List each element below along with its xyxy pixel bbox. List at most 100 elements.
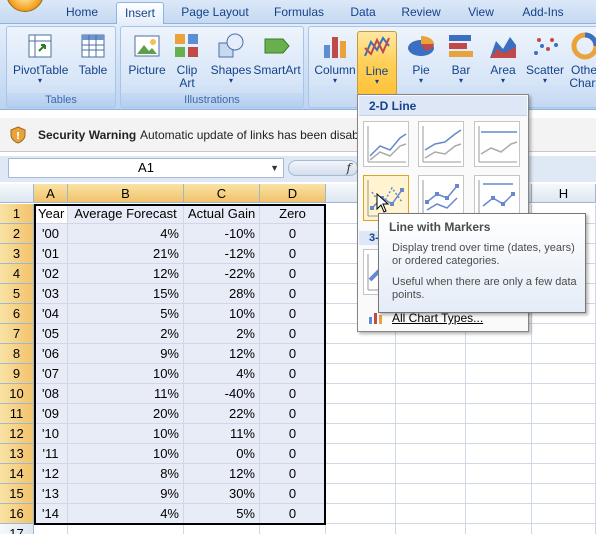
- table-cell[interactable]: 8%: [68, 464, 184, 484]
- table-cell[interactable]: 0: [260, 384, 326, 404]
- table-cell[interactable]: 15%: [68, 284, 184, 304]
- table-cell[interactable]: '05: [34, 324, 68, 344]
- empty-cell[interactable]: [466, 424, 532, 444]
- function-icon[interactable]: f: [347, 161, 351, 175]
- empty-cell[interactable]: [466, 404, 532, 424]
- table-cell[interactable]: '04: [34, 304, 68, 324]
- row-header[interactable]: 3: [0, 244, 34, 264]
- empty-cell[interactable]: [466, 464, 532, 484]
- table-cell[interactable]: -10%: [184, 224, 260, 244]
- empty-cell[interactable]: [326, 504, 396, 524]
- table-cell[interactable]: 0: [260, 504, 326, 524]
- formula-divider[interactable]: f: [288, 160, 358, 176]
- table-cell[interactable]: 0: [260, 304, 326, 324]
- table-cell[interactable]: 12%: [184, 344, 260, 364]
- empty-cell[interactable]: [466, 484, 532, 504]
- table-cell[interactable]: 5%: [68, 304, 184, 324]
- row-header[interactable]: 13: [0, 444, 34, 464]
- empty-cell[interactable]: [396, 524, 466, 534]
- empty-cell[interactable]: [532, 524, 596, 534]
- table-cell[interactable]: -40%: [184, 384, 260, 404]
- table-cell[interactable]: '03: [34, 284, 68, 304]
- smartart-button[interactable]: SmartArt: [253, 31, 301, 95]
- table-cell[interactable]: 21%: [68, 244, 184, 264]
- tab-view[interactable]: View: [464, 2, 498, 24]
- empty-cell[interactable]: [326, 404, 396, 424]
- table-cell[interactable]: '07: [34, 364, 68, 384]
- table-cell[interactable]: 0: [260, 264, 326, 284]
- table-cell[interactable]: [184, 524, 260, 534]
- empty-cell[interactable]: [396, 504, 466, 524]
- empty-cell[interactable]: [532, 484, 596, 504]
- table-cell[interactable]: '12: [34, 464, 68, 484]
- empty-cell[interactable]: [532, 504, 596, 524]
- empty-cell[interactable]: [396, 444, 466, 464]
- table-cell[interactable]: 30%: [184, 484, 260, 504]
- empty-cell[interactable]: [326, 344, 396, 364]
- empty-cell[interactable]: [466, 444, 532, 464]
- table-cell[interactable]: 4%: [68, 224, 184, 244]
- empty-cell[interactable]: [532, 344, 596, 364]
- empty-cell[interactable]: [326, 484, 396, 504]
- empty-cell[interactable]: [326, 464, 396, 484]
- table-cell[interactable]: 10%: [68, 364, 184, 384]
- select-all-corner[interactable]: [0, 184, 34, 203]
- table-cell[interactable]: '08: [34, 384, 68, 404]
- empty-cell[interactable]: [532, 464, 596, 484]
- table-button[interactable]: Table: [69, 31, 117, 95]
- table-cell[interactable]: [34, 524, 68, 534]
- empty-cell[interactable]: [532, 324, 596, 344]
- column-header-a[interactable]: A: [34, 184, 68, 203]
- table-cell[interactable]: 0: [260, 364, 326, 384]
- row-header[interactable]: 2: [0, 224, 34, 244]
- table-cell[interactable]: 11%: [68, 384, 184, 404]
- table-cell[interactable]: 2%: [184, 324, 260, 344]
- empty-cell[interactable]: [326, 524, 396, 534]
- table-cell[interactable]: 0: [260, 244, 326, 264]
- bar-chart-button[interactable]: Bar ▾: [437, 31, 485, 95]
- other-charts-button[interactable]: Othe Chart: [567, 31, 596, 95]
- table-cell[interactable]: -22%: [184, 264, 260, 284]
- empty-cell[interactable]: [466, 504, 532, 524]
- table-cell[interactable]: 10%: [184, 304, 260, 324]
- empty-cell[interactable]: [326, 424, 396, 444]
- row-header[interactable]: 14: [0, 464, 34, 484]
- column-header-b[interactable]: B: [68, 184, 184, 203]
- tab-formulas[interactable]: Formulas: [268, 2, 330, 24]
- table-cell[interactable]: 9%: [68, 344, 184, 364]
- row-header[interactable]: 8: [0, 344, 34, 364]
- table-cell[interactable]: 0: [260, 424, 326, 444]
- row-header[interactable]: 17: [0, 524, 34, 534]
- shapes-button[interactable]: Shapes ▾: [207, 31, 255, 95]
- empty-cell[interactable]: [532, 404, 596, 424]
- empty-cell[interactable]: [466, 524, 532, 534]
- line-chart-button[interactable]: Line ▾: [357, 31, 397, 95]
- table-cell[interactable]: 12%: [68, 264, 184, 284]
- table-cell[interactable]: '13: [34, 484, 68, 504]
- empty-cell[interactable]: [396, 344, 466, 364]
- tab-review[interactable]: Review: [398, 2, 444, 24]
- header-cell[interactable]: Average Forecast: [68, 204, 184, 224]
- empty-cell[interactable]: [396, 384, 466, 404]
- column-header-c[interactable]: C: [184, 184, 260, 203]
- tab-page-layout[interactable]: Page Layout: [178, 2, 252, 24]
- row-header[interactable]: 7: [0, 324, 34, 344]
- empty-cell[interactable]: [466, 364, 532, 384]
- table-cell[interactable]: 10%: [68, 424, 184, 444]
- line-chart-option[interactable]: [363, 121, 409, 167]
- percent-stacked-line-chart-option[interactable]: [474, 121, 520, 167]
- pivottable-button[interactable]: PivotTable ▾: [13, 31, 68, 95]
- table-cell[interactable]: [68, 524, 184, 534]
- office-button[interactable]: [6, 0, 44, 12]
- table-cell[interactable]: 9%: [68, 484, 184, 504]
- table-cell[interactable]: '10: [34, 424, 68, 444]
- empty-cell[interactable]: [396, 364, 466, 384]
- table-cell[interactable]: 20%: [68, 404, 184, 424]
- table-cell[interactable]: 10%: [68, 444, 184, 464]
- stacked-line-chart-option[interactable]: [418, 121, 464, 167]
- header-cell[interactable]: Zero: [260, 204, 326, 224]
- row-header[interactable]: 11: [0, 404, 34, 424]
- row-header[interactable]: 15: [0, 484, 34, 504]
- empty-cell[interactable]: [532, 444, 596, 464]
- table-cell[interactable]: 11%: [184, 424, 260, 444]
